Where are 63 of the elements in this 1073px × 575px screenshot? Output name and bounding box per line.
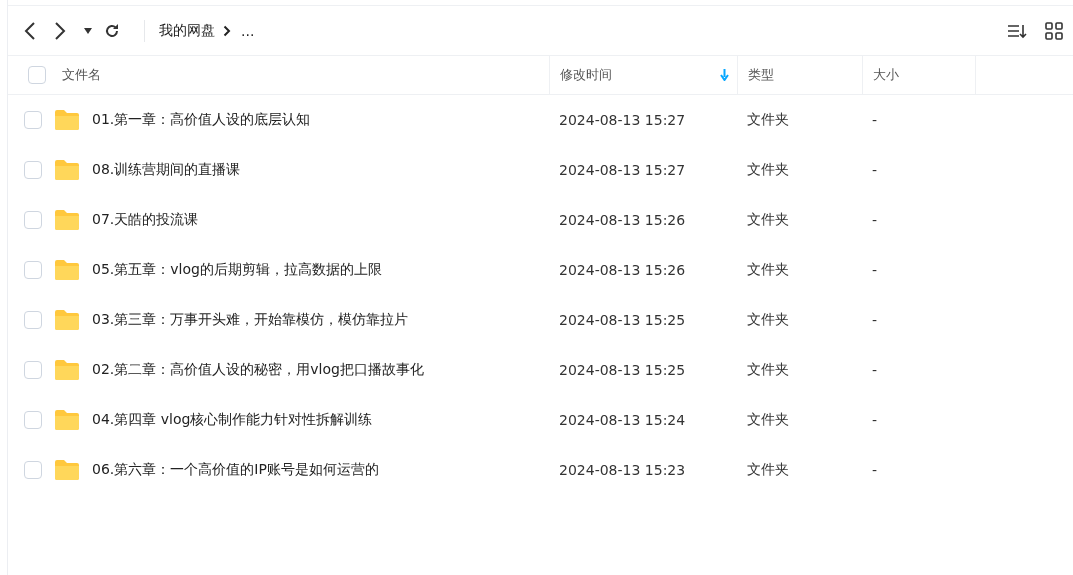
folder-icon xyxy=(54,459,80,481)
modified-time: 2024-08-13 15:24 xyxy=(558,412,687,428)
file-type: 文件夹 xyxy=(746,311,790,329)
file-size: - xyxy=(871,162,879,178)
refresh-button[interactable] xyxy=(104,22,120,39)
modified-time: 2024-08-13 15:25 xyxy=(558,312,687,328)
folder-icon xyxy=(54,159,80,181)
sort-icon[interactable] xyxy=(1007,22,1027,39)
row-checkbox[interactable] xyxy=(24,211,42,229)
forward-button[interactable] xyxy=(54,21,66,40)
file-size: - xyxy=(871,262,879,278)
folder-icon xyxy=(54,309,80,331)
folder-name[interactable]: 04.第四章 vlog核心制作能力针对性拆解训练 xyxy=(92,411,373,429)
folder-icon xyxy=(54,259,80,281)
row-checkbox[interactable] xyxy=(24,311,42,329)
file-type: 文件夹 xyxy=(746,111,790,129)
row-checkbox[interactable] xyxy=(24,111,42,129)
file-size: - xyxy=(871,362,879,378)
folder-name[interactable]: 02.第二章：高价值人设的秘密，用vlog把口播故事化 xyxy=(92,361,424,379)
row-checkbox[interactable] xyxy=(24,261,42,279)
column-header[interactable]: 类型 xyxy=(748,56,862,94)
modified-time: 2024-08-13 15:25 xyxy=(558,362,687,378)
file-type: 文件夹 xyxy=(746,211,790,229)
folder-icon xyxy=(54,109,80,131)
folder-name[interactable]: 08.训练营期间的直播课 xyxy=(92,161,241,179)
file-type: 文件夹 xyxy=(746,261,790,279)
select-all-checkbox[interactable] xyxy=(28,66,46,84)
folder-name[interactable]: 01.第一章：高价值人设的底层认知 xyxy=(92,111,311,129)
row-checkbox[interactable] xyxy=(24,461,42,479)
folder-name[interactable]: 03.第三章：万事开头难，开始靠模仿，模仿靠拉片 xyxy=(92,311,409,329)
file-size: - xyxy=(871,112,879,128)
modified-time: 2024-08-13 15:26 xyxy=(558,212,687,228)
chevron-right-icon xyxy=(223,24,231,37)
file-size: - xyxy=(871,212,879,228)
breadcrumb-item[interactable]: 我的网盘 xyxy=(159,21,215,40)
file-type: 文件夹 xyxy=(746,461,790,479)
file-type: 文件夹 xyxy=(746,161,790,179)
grid-view-icon[interactable] xyxy=(1045,21,1063,40)
breadcrumb-item[interactable]: ... xyxy=(241,22,255,39)
column-header[interactable]: 大小 xyxy=(873,56,975,94)
row-checkbox[interactable] xyxy=(24,411,42,429)
folder-name[interactable]: 06.第六章：一个高价值的IP账号是如何运营的 xyxy=(92,461,379,479)
column-header[interactable]: 修改时间 xyxy=(560,56,737,94)
column-header[interactable]: 文件名 xyxy=(62,56,549,94)
folder-icon xyxy=(54,209,80,231)
history-dropdown-button[interactable] xyxy=(84,27,92,34)
folder-name[interactable]: 07.天皓的投流课 xyxy=(92,211,199,229)
modified-time: 2024-08-13 15:27 xyxy=(558,162,687,178)
folder-icon xyxy=(54,359,80,381)
modified-time: 2024-08-13 15:27 xyxy=(558,112,687,128)
file-size: - xyxy=(871,462,879,478)
file-size: - xyxy=(871,312,879,328)
modified-time: 2024-08-13 15:23 xyxy=(558,462,687,478)
back-button[interactable] xyxy=(24,21,36,40)
file-size: - xyxy=(871,412,879,428)
folder-icon xyxy=(54,409,80,431)
sort-arrow-icon xyxy=(720,69,729,81)
row-checkbox[interactable] xyxy=(24,361,42,379)
row-checkbox[interactable] xyxy=(24,161,42,179)
folder-name[interactable]: 05.第五章：vlog的后期剪辑，拉高数据的上限 xyxy=(92,261,382,279)
modified-time: 2024-08-13 15:26 xyxy=(558,262,687,278)
file-type: 文件夹 xyxy=(746,361,790,379)
file-type: 文件夹 xyxy=(746,411,790,429)
